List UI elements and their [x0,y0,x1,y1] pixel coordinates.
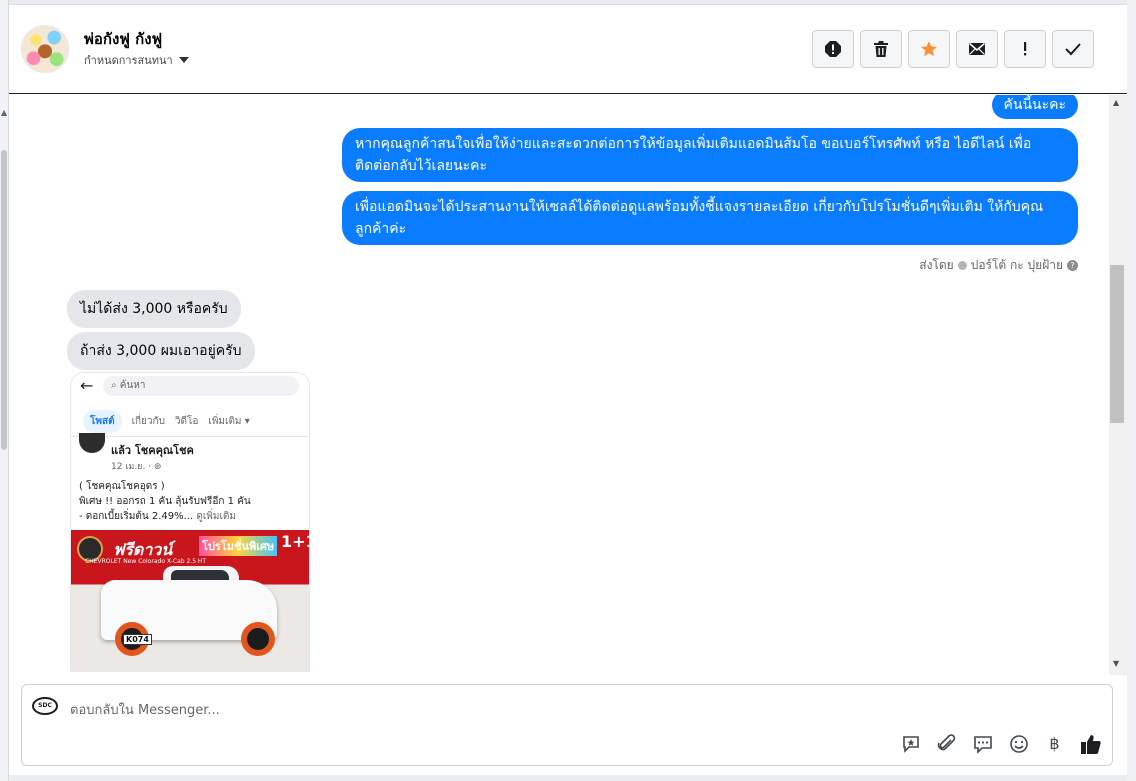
promo-one-plus-one: 1+1 [281,532,309,551]
delete-button[interactable] [860,30,902,68]
post-line: พิเศษ !! ออกรถ 1 คัน ลุ้นรับฟรีอีก 1 คัน [79,496,251,507]
see-more-link: ดูเพิ่มเติม [196,511,236,522]
mark-spam-button[interactable] [812,30,854,68]
thread-scroll-thumb[interactable] [1110,265,1124,423]
outgoing-message[interactable]: เพื่อแอดมินจะได้ประสานงานให้เซลล์ได้ติดต… [342,191,1078,245]
payment-button[interactable]: ฿ [1043,732,1066,755]
message-button[interactable] [971,732,994,755]
star-icon [921,41,937,57]
car-promo-image: ฟรีดาวน์ โปรโมชั่นพิเศษ 1+1 CHEVROLET Ne… [71,530,309,671]
like-button[interactable] [1079,732,1102,755]
follow-up-button[interactable] [1004,30,1046,68]
shot-tab: โพสต์ [83,410,122,433]
outgoing-message[interactable]: คันนี้นะคะ [991,95,1078,119]
star-button[interactable] [908,30,950,68]
license-plate: K074 [123,634,152,645]
shot-tab: เพิ่มเติม ▾ [208,416,250,427]
scroll-up-icon[interactable]: ▲ [1113,98,1119,107]
reply-composer[interactable]: SDC ตอบกลับใน Messenger... ฿ [21,684,1113,766]
outer-scroll-up-icon[interactable]: ▲ [1,108,7,117]
warning-icon [825,41,841,57]
shot-tabs: โพสต์ เกี่ยวกับ วิดีโอ เพิ่มเติม ▾ [71,407,309,437]
exclamation-icon [1024,42,1027,56]
shot-tab: วิดีโอ [174,416,199,427]
like-icon [1080,734,1101,754]
contact-name[interactable]: พ่อกังฟู กังฟู [84,27,162,51]
outgoing-message[interactable]: หากคุณลูกค้าสนใจเพื่อให้ง่ายและสะดวกต่อก… [342,128,1078,182]
promo-special: โปรโมชั่นพิเศษ [199,536,278,556]
attachment-icon [937,733,955,750]
post-line: - ดอกเบี้ยเริ่มต้น 2.49%... [79,511,194,522]
header-actions [812,30,1094,68]
envelope-icon [969,42,985,55]
post-line: ( โชคคุณโชคอุดร ) [79,481,165,492]
saved-reply-icon [902,735,919,753]
mark-done-button[interactable] [1052,30,1094,68]
page-avatar: SDC [32,697,58,715]
thread-scrollbar[interactable]: ▲ ▼ [1109,95,1127,675]
incoming-message[interactable]: ถ้าส่ง 3,000 ผมเอาอยู่ครับ [67,332,255,370]
shot-topbar: ← ⌕ ค้นหา [71,373,309,401]
caret-down-icon [178,57,189,63]
post-text: ( โชคคุณโชคอุดร ) พิเศษ !! ออกรถ 1 คัน ล… [79,479,305,524]
reply-input[interactable]: ตอบกลับใน Messenger... [70,699,220,720]
shared-image[interactable]: ← ⌕ ค้นหา โพสต์ เกี่ยวกับ วิดีโอ เพิ่มเต… [70,372,310,672]
sent-by-info: ส่งโดย ปอร์โต้ กะ ปุยฝ้าย ? [919,256,1078,275]
post-author: แล้ว โชคคุณโชค [111,444,194,457]
back-arrow-icon: ← [80,376,94,395]
incoming-message[interactable]: ไม่ได้ส่ง 3,000 หรือครับ [67,290,241,328]
avatar[interactable] [21,25,69,73]
shot-search-bar: ⌕ ค้นหา [103,376,299,396]
schedule-conversation-label: กำหนดการสนทนา [84,54,173,67]
scroll-down-icon[interactable]: ▼ [1113,659,1119,668]
shot-tab: เกี่ยวกับ [131,416,165,427]
shot-search-placeholder: ค้นหา [119,380,146,391]
trash-icon [874,41,888,57]
sent-by-label: ส่งโดย [919,258,954,272]
verified-icon [957,261,967,270]
mark-unread-button[interactable] [956,30,998,68]
post-date: 12 เม.ย. · ⊛ [111,462,162,472]
composer-tools: ฿ [899,732,1102,755]
schedule-conversation-dropdown[interactable]: กำหนดการสนทนา [84,51,189,69]
conversation-header: พ่อกังฟู กังฟู กำหนดการสนทนา [9,5,1127,94]
message-icon [973,735,992,754]
outer-scroll-thumb[interactable] [1,150,7,450]
post-avatar [79,433,105,453]
right-edge [1127,0,1136,781]
car-model: CHEVROLET New Colorado X-Cab 2.5 HT [85,558,207,565]
conversation-panel: พ่อกังฟู กังฟู กำหนดการสนทนา คันนี้นะคะ … [9,4,1127,775]
baht-icon: ฿ [1049,734,1060,753]
sent-by-name[interactable]: ปอร์โต้ กะ ปุยฝ้าย [971,256,1063,275]
attach-button[interactable] [935,732,958,755]
saved-reply-button[interactable] [899,732,922,755]
message-thread[interactable]: คันนี้นะคะ หากคุณลูกค้าสนใจเพื่อให้ง่ายแ… [9,95,1109,675]
help-icon[interactable]: ? [1067,260,1078,271]
emoji-icon [1009,734,1028,753]
car-wheel [241,622,275,656]
outer-left-scrollbar[interactable]: ▲ [0,0,9,781]
check-icon [1065,43,1081,56]
post-line-3: - ดอกเบี้ยเริ่มต้น 2.49%... ดูเพิ่มเติม [79,509,305,524]
emoji-button[interactable] [1007,732,1030,755]
